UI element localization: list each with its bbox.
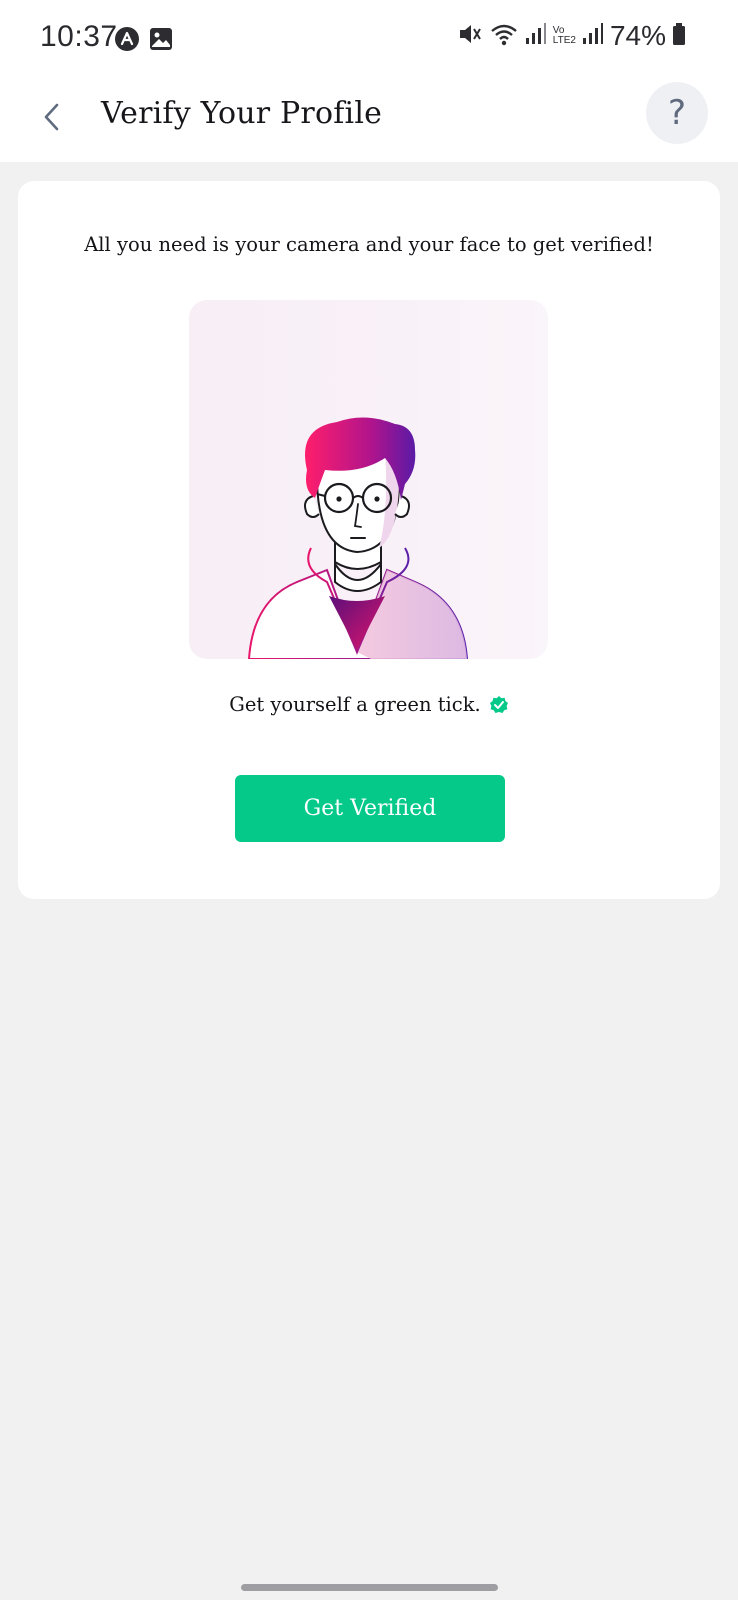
green-tick-text: Get yourself a green tick.: [229, 693, 481, 716]
status-left-icons: [114, 26, 174, 57]
signal-icon-2: [582, 22, 604, 51]
status-time: 10:37: [40, 20, 118, 53]
battery-percentage: 74%: [609, 20, 666, 51]
green-tick-line: Get yourself a green tick.: [18, 693, 720, 716]
back-button[interactable]: [28, 92, 76, 146]
verified-badge-icon: [489, 695, 509, 715]
app-notification-icon: [114, 26, 140, 57]
wifi-icon: [489, 21, 519, 52]
status-bar: 10:37 Vo LTE2 74%: [0, 0, 738, 76]
status-right-icons: Vo LTE2 74%: [457, 20, 686, 52]
get-verified-button[interactable]: Get Verified: [235, 775, 505, 842]
mute-vibrate-icon: [457, 21, 483, 52]
image-notification-icon: [148, 26, 174, 57]
volte-icon: Vo LTE2: [552, 25, 576, 46]
intro-text: All you need is your camera and your fac…: [84, 233, 654, 256]
verification-card: All you need is your camera and your fac…: [18, 181, 720, 899]
question-mark-icon: ?: [667, 93, 687, 133]
profile-illustration: [189, 300, 548, 659]
home-indicator[interactable]: [241, 1584, 498, 1591]
chevron-left-icon: [41, 102, 63, 137]
help-button[interactable]: ?: [646, 82, 708, 144]
app-header: Verify Your Profile ?: [0, 76, 738, 162]
signal-icon: [525, 22, 547, 51]
page-title: Verify Your Profile: [101, 96, 383, 131]
person-illustration-icon: [247, 417, 469, 659]
battery-icon: [672, 22, 686, 51]
